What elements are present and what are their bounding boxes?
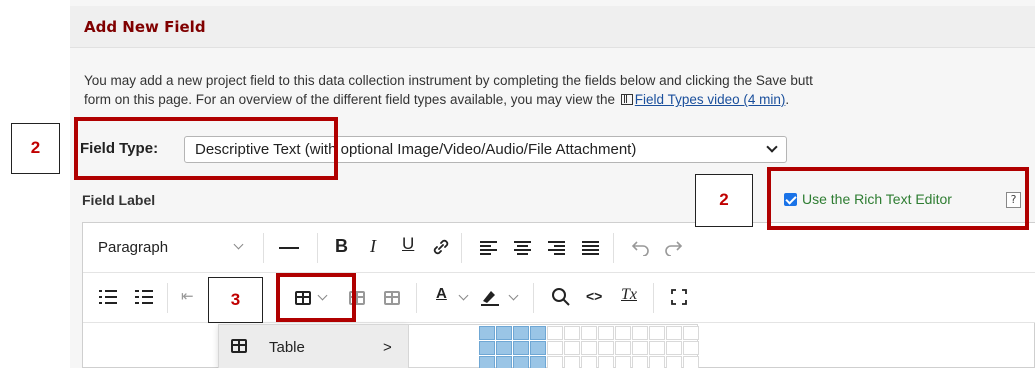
- table-grid-cell[interactable]: [530, 326, 546, 340]
- table-grid-cell[interactable]: [513, 341, 529, 355]
- table-grid-cell[interactable]: [496, 356, 512, 368]
- font-color-button[interactable]: A: [436, 285, 447, 302]
- redo-icon[interactable]: [663, 238, 683, 256]
- intro-text: You may add a new project field to this …: [84, 71, 1035, 109]
- table-grid-cell[interactable]: [666, 356, 682, 368]
- link-icon[interactable]: [431, 237, 451, 257]
- table-grid-cell[interactable]: [632, 356, 648, 368]
- table-grid-cell[interactable]: [683, 326, 699, 340]
- search-icon[interactable]: [551, 287, 571, 307]
- clear-format-button[interactable]: Tx: [621, 286, 637, 304]
- bold-button[interactable]: B: [335, 236, 348, 257]
- outdent-icon[interactable]: ⇤: [181, 287, 194, 305]
- chevron-down-icon: [458, 290, 469, 301]
- table-grid-cell[interactable]: [547, 341, 563, 355]
- table-size-picker[interactable]: [408, 324, 699, 368]
- table-grid-cell[interactable]: [479, 356, 495, 368]
- menu-item-label: Table: [269, 339, 305, 356]
- table-grid-cell[interactable]: [564, 326, 580, 340]
- field-label-heading: Field Label: [82, 192, 156, 208]
- table-merge-icon[interactable]: [384, 291, 400, 305]
- table-grid-cell[interactable]: [530, 341, 546, 355]
- chevron-down-icon: [233, 239, 244, 250]
- paragraph-select[interactable]: Paragraph: [98, 239, 168, 256]
- table-grid-cell[interactable]: [598, 326, 614, 340]
- table-grid-cell[interactable]: [649, 341, 665, 355]
- film-icon: [620, 94, 633, 105]
- align-justify-icon[interactable]: [582, 241, 599, 255]
- table-grid-cell[interactable]: [581, 326, 597, 340]
- annotation-highlight-table: [276, 273, 356, 322]
- editor-toolbar-row-1: Paragraph B I U: [83, 223, 1035, 273]
- intro-line-1: You may add a new project field to this …: [84, 73, 813, 88]
- table-dropdown-menu: Table >: [218, 324, 409, 368]
- annotation-highlight-field-type: [74, 117, 338, 180]
- underline-button[interactable]: U: [402, 234, 414, 254]
- horizontal-line-icon[interactable]: [279, 247, 299, 249]
- source-code-button[interactable]: <>: [586, 288, 602, 304]
- table-grid-cell[interactable]: [564, 356, 580, 368]
- align-center-icon[interactable]: [514, 241, 531, 255]
- chevron-down-icon: [508, 290, 519, 301]
- italic-button[interactable]: I: [370, 236, 376, 257]
- table-grid-cell[interactable]: [615, 356, 631, 368]
- table-grid-cell[interactable]: [649, 326, 665, 340]
- table-grid-cell[interactable]: [598, 356, 614, 368]
- annotation-step-number: 2: [11, 123, 60, 174]
- table-grid-cell[interactable]: [683, 356, 699, 368]
- table-grid-cell[interactable]: [547, 326, 563, 340]
- table-grid-cell[interactable]: [615, 341, 631, 355]
- align-right-icon[interactable]: [548, 241, 565, 255]
- menu-item-table[interactable]: [219, 325, 409, 368]
- annotation-step-number: 3: [208, 277, 263, 323]
- annotation-step-number: 2: [695, 174, 753, 227]
- table-grid-cell[interactable]: [530, 356, 546, 368]
- table-grid-cell[interactable]: [513, 326, 529, 340]
- table-icon: [231, 339, 247, 353]
- field-types-video-link[interactable]: Field Types video (4 min): [635, 92, 786, 107]
- chevron-right-icon: >: [383, 339, 392, 356]
- table-grid-cell[interactable]: [581, 341, 597, 355]
- table-grid-cell[interactable]: [598, 341, 614, 355]
- dialog-title: Add New Field: [84, 18, 206, 36]
- table-grid-cell[interactable]: [479, 326, 495, 340]
- table-grid-cell[interactable]: [666, 341, 682, 355]
- table-grid-cell[interactable]: [632, 326, 648, 340]
- numbered-list-icon[interactable]: [135, 290, 153, 304]
- table-grid-cell[interactable]: [547, 356, 563, 368]
- table-grid-cell[interactable]: [496, 326, 512, 340]
- chevron-down-icon: [766, 141, 778, 153]
- table-grid-cell[interactable]: [649, 356, 665, 368]
- table-grid-cell[interactable]: [496, 341, 512, 355]
- intro-line-2: form on this page. For an overview of th…: [84, 92, 790, 107]
- table-grid-cell[interactable]: [615, 326, 631, 340]
- table-grid-cell[interactable]: [666, 326, 682, 340]
- table-grid-cell[interactable]: [479, 341, 495, 355]
- table-grid-cell[interactable]: [683, 341, 699, 355]
- table-grid-cell[interactable]: [513, 356, 529, 368]
- align-left-icon[interactable]: [480, 241, 497, 255]
- highlight-icon[interactable]: [479, 287, 501, 307]
- table-grid-cell[interactable]: [581, 356, 597, 368]
- table-grid-cell[interactable]: [632, 341, 648, 355]
- dialog-header: Add New Field: [70, 6, 1035, 48]
- undo-icon[interactable]: [631, 238, 651, 256]
- annotation-highlight-rich-text: [767, 167, 1029, 230]
- bulleted-list-icon[interactable]: [99, 290, 117, 304]
- table-grid-cell[interactable]: [564, 341, 580, 355]
- fullscreen-icon[interactable]: [671, 289, 687, 305]
